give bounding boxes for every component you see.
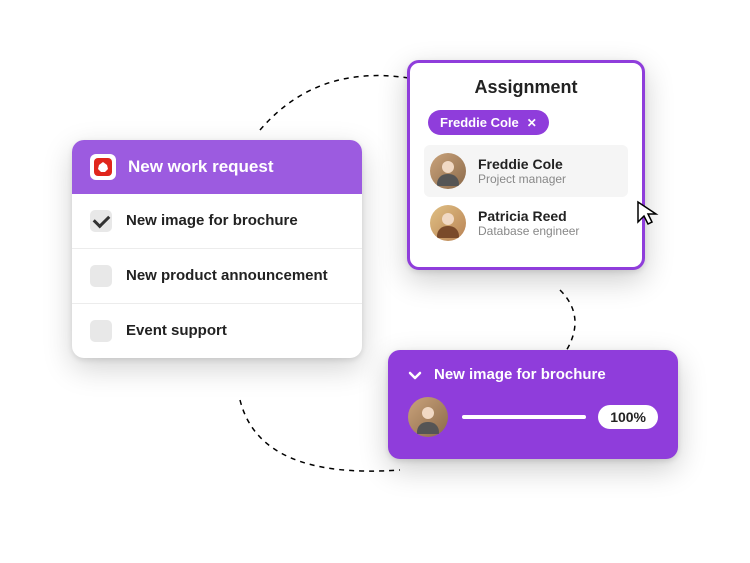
request-item[interactable]: New product announcement [72,249,362,304]
request-item-label: New image for brochure [126,211,298,231]
app-icon [90,154,116,180]
request-item-label: Event support [126,321,227,341]
person-name: Patricia Reed [478,208,579,224]
person-role: Project manager [478,172,566,186]
avatar [408,397,448,437]
request-item[interactable]: Event support [72,304,362,358]
chevron-down-icon[interactable] [408,368,422,382]
avatar [430,205,466,241]
request-item[interactable]: New image for brochure [72,194,362,249]
work-request-title: New work request [128,157,274,177]
checkbox-checked-icon[interactable] [90,210,112,232]
assignment-card: Assignment Freddie Cole ✕ Freddie Cole P… [407,60,645,270]
assignee-chip[interactable]: Freddie Cole ✕ [428,110,549,135]
chip-label: Freddie Cole [440,115,519,130]
progress-bar [462,415,586,419]
person-role: Database engineer [478,224,579,238]
work-request-card: New work request New image for brochure … [72,140,362,358]
cursor-icon [636,200,660,228]
person-row[interactable]: Freddie Cole Project manager [424,145,628,197]
progress-row: 100% [408,397,658,437]
person-name: Freddie Cole [478,156,566,172]
progress-card: New image for brochure 100% [388,350,678,459]
person-row[interactable]: Patricia Reed Database engineer [424,197,628,249]
request-item-label: New product announcement [126,266,328,286]
checkbox-icon[interactable] [90,320,112,342]
avatar [430,153,466,189]
close-icon[interactable]: ✕ [527,116,537,130]
assignment-title: Assignment [424,77,628,98]
progress-header[interactable]: New image for brochure [408,366,658,383]
work-request-header: New work request [72,140,362,194]
progress-title: New image for brochure [434,366,606,383]
progress-percent: 100% [598,405,658,429]
checkbox-icon[interactable] [90,265,112,287]
